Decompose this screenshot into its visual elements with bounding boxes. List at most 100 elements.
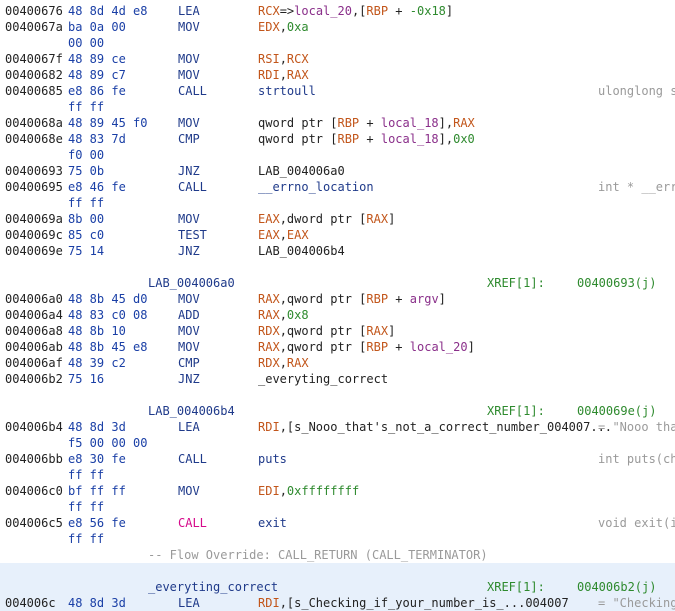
- instruction-row[interactable]: 004006a8 48 8b 10 MOV RDX,qword ptr [RAX]: [0, 323, 675, 339]
- instruction-row[interactable]: 00400682 48 89 c7 MOV RDI,RAX: [0, 67, 675, 83]
- mnemonic[interactable]: LEA: [178, 595, 200, 611]
- instruction-address[interactable]: 004006a8: [5, 323, 63, 339]
- mnemonic[interactable]: MOV: [178, 211, 200, 227]
- instruction-address[interactable]: 0040068a: [5, 115, 63, 131]
- code-label[interactable]: LAB_004006a0: [148, 275, 235, 291]
- operands[interactable]: EDX,0xa: [258, 19, 309, 35]
- mnemonic[interactable]: MOV: [178, 291, 200, 307]
- instruction-address[interactable]: 004006bb: [5, 451, 63, 467]
- instruction-row[interactable]: 004006b2 75 16 JNZ _everyting_correct: [0, 371, 675, 387]
- code-label[interactable]: _everyting_correct: [148, 579, 278, 595]
- blank-row[interactable]: [0, 259, 675, 275]
- instruction-address[interactable]: 0040069c: [5, 227, 63, 243]
- instruction-address[interactable]: 0040067f: [5, 51, 63, 67]
- operand-sym[interactable]: __errno_location: [258, 180, 374, 194]
- instruction-row[interactable]: 004006a4 48 83 c0 08 ADD RAX,0x8: [0, 307, 675, 323]
- mnemonic[interactable]: LEA: [178, 419, 200, 435]
- blank-row[interactable]: [0, 563, 675, 579]
- instruction-address[interactable]: 0040069a: [5, 211, 63, 227]
- mnemonic[interactable]: JNZ: [178, 243, 200, 259]
- blank-row[interactable]: [0, 387, 675, 403]
- operands[interactable]: LAB_004006a0: [258, 163, 345, 179]
- instruction-address[interactable]: 004006af: [5, 355, 63, 371]
- instruction-row[interactable]: 0040069a 8b 00 MOV EAX,dword ptr [RAX]: [0, 211, 675, 227]
- operands[interactable]: RDI,[s_Checking_if_your_number_is_...004…: [258, 595, 569, 611]
- operand-loc[interactable]: local_20: [294, 4, 352, 18]
- xref-address[interactable]: 0040069e(j): [577, 403, 656, 419]
- instruction-address[interactable]: 00400695: [5, 179, 63, 195]
- operands[interactable]: RCX=>local_20,[RBP + -0x18]: [258, 3, 453, 19]
- operands[interactable]: strtoull: [258, 83, 316, 99]
- mnemonic[interactable]: LEA: [178, 3, 200, 19]
- instruction-row[interactable]: 0040069c 85 c0 TEST EAX,EAX: [0, 227, 675, 243]
- operand-loc[interactable]: local_18: [381, 116, 439, 130]
- mnemonic[interactable]: MOV: [178, 51, 200, 67]
- instruction-address[interactable]: 004006c5: [5, 515, 63, 531]
- instruction-row[interactable]: ff ff: [0, 499, 675, 515]
- instruction-row[interactable]: ff ff: [0, 195, 675, 211]
- instruction-address[interactable]: 00400685: [5, 83, 63, 99]
- operands[interactable]: qword ptr [RBP + local_18],0x0: [258, 131, 475, 147]
- operands[interactable]: RDI,[s_Nooo_that's_not_a_correct_number_…: [258, 419, 612, 435]
- operands[interactable]: qword ptr [RBP + local_18],RAX: [258, 115, 475, 131]
- operands[interactable]: EAX,dword ptr [RAX]: [258, 211, 395, 227]
- mnemonic[interactable]: MOV: [178, 67, 200, 83]
- operands[interactable]: RDX,RAX: [258, 355, 309, 371]
- instruction-address[interactable]: 004006b4: [5, 419, 63, 435]
- instruction-address[interactable]: 00400693: [5, 163, 63, 179]
- instruction-address[interactable]: 004006b2: [5, 371, 63, 387]
- disassembly-listing[interactable]: 00400676 48 8d 4d e8 LEA RCX=>local_20,[RBP…: [0, 0, 675, 611]
- mnemonic[interactable]: TEST: [178, 227, 207, 243]
- operand-sym[interactable]: exit: [258, 516, 287, 530]
- operand-loc[interactable]: local_18: [381, 132, 439, 146]
- instruction-row[interactable]: 0040068e 48 83 7d CMP qword ptr [RBP + loca…: [0, 131, 675, 147]
- mnemonic[interactable]: CALL: [178, 179, 207, 195]
- mnemonic[interactable]: MOV: [178, 19, 200, 35]
- mnemonic[interactable]: MOV: [178, 115, 200, 131]
- instruction-row[interactable]: 00400695 e8 46 fe CALL __errno_location int …: [0, 179, 675, 195]
- instruction-row[interactable]: ff ff: [0, 531, 675, 547]
- instruction-address[interactable]: 004006ab: [5, 339, 63, 355]
- instruction-row[interactable]: 0040067f 48 89 ce MOV RSI,RCX: [0, 51, 675, 67]
- instruction-row[interactable]: f0 00: [0, 147, 675, 163]
- operands[interactable]: __errno_location: [258, 179, 374, 195]
- instruction-row[interactable]: 004006ab 48 8b 45 e8 MOV RAX,qword ptr [RBP…: [0, 339, 675, 355]
- mnemonic[interactable]: MOV: [178, 483, 200, 499]
- operands[interactable]: RAX,qword ptr [RBP + local_20]: [258, 339, 475, 355]
- instruction-row[interactable]: 00 00: [0, 35, 675, 51]
- instruction-address[interactable]: 004006c: [5, 595, 56, 611]
- instruction-row[interactable]: 0040069e 75 14 JNZ LAB_004006b4: [0, 243, 675, 259]
- operands[interactable]: EDI,0xffffffff: [258, 483, 359, 499]
- mnemonic[interactable]: JNZ: [178, 163, 200, 179]
- operands[interactable]: RAX,0x8: [258, 307, 309, 323]
- xref-address[interactable]: 004006b2(j): [577, 579, 656, 595]
- instruction-row[interactable]: 004006a0 48 8b 45 d0 MOV RAX,qword ptr [RBP…: [0, 291, 675, 307]
- instruction-row[interactable]: ff ff: [0, 99, 675, 115]
- operands[interactable]: LAB_004006b4: [258, 243, 345, 259]
- instruction-row[interactable]: 004006b4 48 8d 3d LEA RDI,[s_Nooo_that's_no…: [0, 419, 675, 435]
- instruction-address[interactable]: 0040068e: [5, 131, 63, 147]
- instruction-row[interactable]: 00400685 e8 86 fe CALL strtoull ulonglong s: [0, 83, 675, 99]
- instruction-address[interactable]: 004006a4: [5, 307, 63, 323]
- mnemonic[interactable]: CMP: [178, 355, 200, 371]
- instruction-address[interactable]: 004006c0: [5, 483, 63, 499]
- instruction-row[interactable]: 004006af 48 39 c2 CMP RDX,RAX: [0, 355, 675, 371]
- operand-loc[interactable]: local_20: [410, 340, 468, 354]
- instruction-address[interactable]: 0040069e: [5, 243, 63, 259]
- mnemonic[interactable]: CALL: [178, 451, 207, 467]
- instruction-row[interactable]: f5 00 00 00: [0, 435, 675, 451]
- instruction-row[interactable]: 00400693 75 0b JNZ LAB_004006a0: [0, 163, 675, 179]
- mnemonic[interactable]: JNZ: [178, 371, 200, 387]
- instruction-row[interactable]: 004006c5 e8 56 fe CALL exit void exit(i: [0, 515, 675, 531]
- code-label[interactable]: LAB_004006b4: [148, 403, 235, 419]
- operands[interactable]: _everyting_correct: [258, 371, 388, 387]
- instruction-address[interactable]: 00400682: [5, 67, 63, 83]
- operand-loc[interactable]: argv: [410, 292, 439, 306]
- mnemonic[interactable]: CALL: [178, 83, 207, 99]
- label-row[interactable]: _everyting_correct XREF[1]: 004006b2(j): [0, 579, 675, 595]
- instruction-row[interactable]: 0040067a ba 0a 00 MOV EDX,0xa: [0, 19, 675, 35]
- operands[interactable]: EAX,EAX: [258, 227, 309, 243]
- operands[interactable]: RDI,RAX: [258, 67, 309, 83]
- instruction-address[interactable]: 0040067a: [5, 19, 63, 35]
- mnemonic[interactable]: MOV: [178, 339, 200, 355]
